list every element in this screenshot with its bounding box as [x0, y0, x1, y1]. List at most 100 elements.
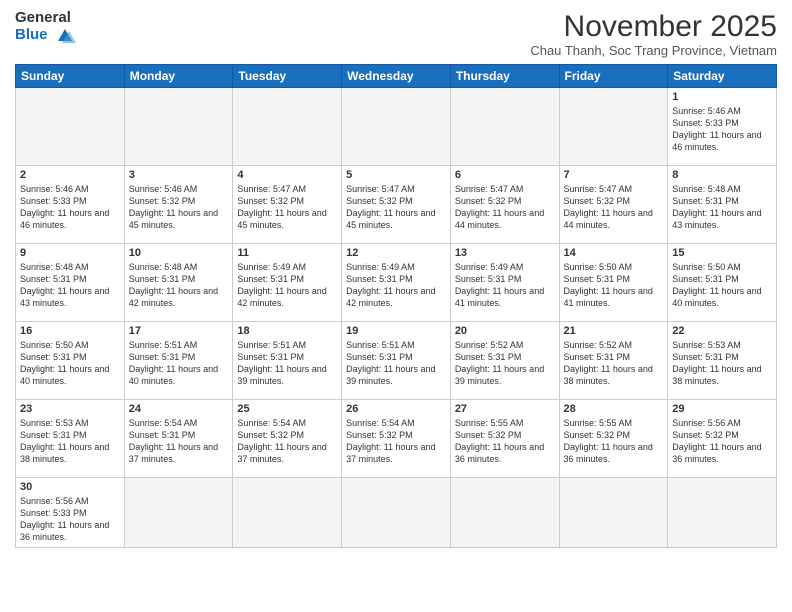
page: General Blue November 2025 Chau Thanh, S…: [0, 0, 792, 612]
table-row: [233, 478, 342, 548]
day-info: Sunrise: 5:51 AM Sunset: 5:31 PM Dayligh…: [346, 339, 446, 388]
day-info: Sunrise: 5:47 AM Sunset: 5:32 PM Dayligh…: [564, 183, 664, 232]
th-monday: Monday: [124, 65, 233, 88]
day-number: 6: [455, 169, 555, 181]
day-info: Sunrise: 5:49 AM Sunset: 5:31 PM Dayligh…: [346, 261, 446, 310]
month-title: November 2025: [530, 10, 777, 43]
day-number: 16: [20, 325, 120, 337]
table-row: [450, 478, 559, 548]
day-number: 28: [564, 403, 664, 415]
logo: General Blue: [15, 10, 76, 43]
day-info: Sunrise: 5:51 AM Sunset: 5:31 PM Dayligh…: [129, 339, 229, 388]
table-row: 29 Sunrise: 5:56 AM Sunset: 5:32 PM Dayli…: [668, 400, 777, 478]
calendar-table: Sunday Monday Tuesday Wednesday Thursday…: [15, 64, 777, 548]
day-info: Sunrise: 5:52 AM Sunset: 5:31 PM Dayligh…: [564, 339, 664, 388]
table-row: 28 Sunrise: 5:55 AM Sunset: 5:32 PM Dayli…: [559, 400, 668, 478]
table-row: 18 Sunrise: 5:51 AM Sunset: 5:31 PM Dayli…: [233, 322, 342, 400]
day-info: Sunrise: 5:47 AM Sunset: 5:32 PM Dayligh…: [237, 183, 337, 232]
day-info: Sunrise: 5:48 AM Sunset: 5:31 PM Dayligh…: [672, 183, 772, 232]
day-number: 27: [455, 403, 555, 415]
table-row: 19 Sunrise: 5:51 AM Sunset: 5:31 PM Dayli…: [342, 322, 451, 400]
calendar-week-row: 9 Sunrise: 5:48 AM Sunset: 5:31 PM Daylig…: [16, 244, 777, 322]
day-info: Sunrise: 5:49 AM Sunset: 5:31 PM Dayligh…: [455, 261, 555, 310]
day-number: 19: [346, 325, 446, 337]
table-row: [668, 478, 777, 548]
th-saturday: Saturday: [668, 65, 777, 88]
day-info: Sunrise: 5:48 AM Sunset: 5:31 PM Dayligh…: [20, 261, 120, 310]
day-number: 13: [455, 247, 555, 259]
table-row: 12 Sunrise: 5:49 AM Sunset: 5:31 PM Dayli…: [342, 244, 451, 322]
day-info: Sunrise: 5:46 AM Sunset: 5:33 PM Dayligh…: [672, 105, 772, 154]
day-info: Sunrise: 5:53 AM Sunset: 5:31 PM Dayligh…: [672, 339, 772, 388]
day-number: 1: [672, 91, 772, 103]
day-number: 8: [672, 169, 772, 181]
th-friday: Friday: [559, 65, 668, 88]
table-row: [559, 88, 668, 166]
table-row: 21 Sunrise: 5:52 AM Sunset: 5:31 PM Dayli…: [559, 322, 668, 400]
th-tuesday: Tuesday: [233, 65, 342, 88]
calendar-week-row: 2Sunrise: 5:46 AM Sunset: 5:33 PM Daylig…: [16, 166, 777, 244]
day-number: 9: [20, 247, 120, 259]
day-number: 17: [129, 325, 229, 337]
day-number: 24: [129, 403, 229, 415]
table-row: 13 Sunrise: 5:49 AM Sunset: 5:31 PM Dayli…: [450, 244, 559, 322]
table-row: 20 Sunrise: 5:52 AM Sunset: 5:31 PM Dayli…: [450, 322, 559, 400]
day-number: 23: [20, 403, 120, 415]
day-number: 21: [564, 325, 664, 337]
title-area: November 2025 Chau Thanh, Soc Trang Prov…: [530, 10, 777, 58]
table-row: 6Sunrise: 5:47 AM Sunset: 5:32 PM Daylig…: [450, 166, 559, 244]
table-row: 16 Sunrise: 5:50 AM Sunset: 5:31 PM Dayli…: [16, 322, 125, 400]
day-info: Sunrise: 5:50 AM Sunset: 5:31 PM Dayligh…: [20, 339, 120, 388]
table-row: 14Sunrise: 5:50 AM Sunset: 5:31 PM Dayli…: [559, 244, 668, 322]
day-number: 4: [237, 169, 337, 181]
table-row: [559, 478, 668, 548]
table-row: [233, 88, 342, 166]
day-info: Sunrise: 5:52 AM Sunset: 5:31 PM Dayligh…: [455, 339, 555, 388]
th-thursday: Thursday: [450, 65, 559, 88]
table-row: 11 Sunrise: 5:49 AM Sunset: 5:31 PM Dayli…: [233, 244, 342, 322]
table-row: 4 Sunrise: 5:47 AM Sunset: 5:32 PM Daylig…: [233, 166, 342, 244]
table-row: 15Sunrise: 5:50 AM Sunset: 5:31 PM Dayli…: [668, 244, 777, 322]
day-info: Sunrise: 5:54 AM Sunset: 5:31 PM Dayligh…: [129, 417, 229, 466]
day-info: Sunrise: 5:56 AM Sunset: 5:32 PM Dayligh…: [672, 417, 772, 466]
table-row: 3Sunrise: 5:46 AM Sunset: 5:32 PM Daylig…: [124, 166, 233, 244]
day-number: 30: [20, 481, 120, 493]
table-row: [342, 478, 451, 548]
day-info: Sunrise: 5:56 AM Sunset: 5:33 PM Dayligh…: [20, 495, 120, 544]
table-row: 1 Sunrise: 5:46 AM Sunset: 5:33 PM Daylig…: [668, 88, 777, 166]
day-number: 7: [564, 169, 664, 181]
table-row: 10 Sunrise: 5:48 AM Sunset: 5:31 PM Dayli…: [124, 244, 233, 322]
table-row: 22Sunrise: 5:53 AM Sunset: 5:31 PM Dayli…: [668, 322, 777, 400]
day-info: Sunrise: 5:55 AM Sunset: 5:32 PM Dayligh…: [564, 417, 664, 466]
day-info: Sunrise: 5:47 AM Sunset: 5:32 PM Dayligh…: [346, 183, 446, 232]
table-row: 27 Sunrise: 5:55 AM Sunset: 5:32 PM Dayli…: [450, 400, 559, 478]
day-number: 2: [20, 169, 120, 181]
day-number: 10: [129, 247, 229, 259]
table-row: [16, 88, 125, 166]
day-info: Sunrise: 5:49 AM Sunset: 5:31 PM Dayligh…: [237, 261, 337, 310]
day-info: Sunrise: 5:54 AM Sunset: 5:32 PM Dayligh…: [346, 417, 446, 466]
day-number: 26: [346, 403, 446, 415]
day-number: 11: [237, 247, 337, 259]
calendar-week-row: 16 Sunrise: 5:50 AM Sunset: 5:31 PM Dayli…: [16, 322, 777, 400]
day-info: Sunrise: 5:54 AM Sunset: 5:32 PM Dayligh…: [237, 417, 337, 466]
th-wednesday: Wednesday: [342, 65, 451, 88]
table-row: 24 Sunrise: 5:54 AM Sunset: 5:31 PM Dayli…: [124, 400, 233, 478]
table-row: 9 Sunrise: 5:48 AM Sunset: 5:31 PM Daylig…: [16, 244, 125, 322]
day-info: Sunrise: 5:51 AM Sunset: 5:31 PM Dayligh…: [237, 339, 337, 388]
day-number: 12: [346, 247, 446, 259]
calendar-week-row: 1 Sunrise: 5:46 AM Sunset: 5:33 PM Daylig…: [16, 88, 777, 166]
table-row: [124, 478, 233, 548]
table-row: 7 Sunrise: 5:47 AM Sunset: 5:32 PM Daylig…: [559, 166, 668, 244]
day-info: Sunrise: 5:48 AM Sunset: 5:31 PM Dayligh…: [129, 261, 229, 310]
day-info: Sunrise: 5:55 AM Sunset: 5:32 PM Dayligh…: [455, 417, 555, 466]
table-row: 8 Sunrise: 5:48 AM Sunset: 5:31 PM Daylig…: [668, 166, 777, 244]
day-number: 18: [237, 325, 337, 337]
table-row: 5Sunrise: 5:47 AM Sunset: 5:32 PM Daylig…: [342, 166, 451, 244]
day-number: 25: [237, 403, 337, 415]
day-number: 29: [672, 403, 772, 415]
day-info: Sunrise: 5:50 AM Sunset: 5:31 PM Dayligh…: [564, 261, 664, 310]
day-number: 20: [455, 325, 555, 337]
calendar-week-row: 23Sunrise: 5:53 AM Sunset: 5:31 PM Dayli…: [16, 400, 777, 478]
day-info: Sunrise: 5:50 AM Sunset: 5:31 PM Dayligh…: [672, 261, 772, 310]
